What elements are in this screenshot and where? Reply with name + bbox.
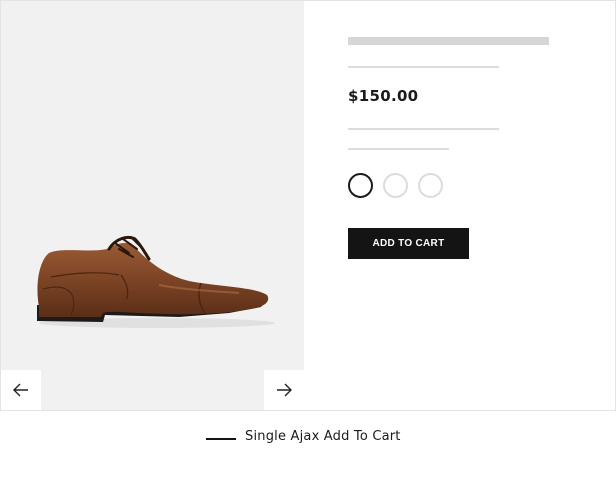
caption-text: Single Ajax Add To Cart	[245, 428, 401, 444]
divider	[348, 128, 499, 130]
arrow-right-icon	[277, 383, 292, 397]
product-card: $150.00 ADD TO CART	[0, 0, 616, 411]
divider	[348, 148, 449, 150]
product-price: $150.00	[348, 87, 419, 105]
gallery-next-button[interactable]	[264, 370, 304, 410]
gallery-prev-button[interactable]	[1, 370, 41, 410]
color-swatch-2[interactable]	[383, 173, 408, 198]
arrow-left-icon	[13, 383, 28, 397]
divider	[348, 66, 499, 68]
product-image-shoe	[37, 235, 275, 328]
color-swatch-1[interactable]	[348, 173, 373, 198]
caption: Single Ajax Add To Cart	[206, 426, 401, 446]
product-gallery	[1, 1, 304, 410]
add-to-cart-button[interactable]: ADD TO CART	[348, 228, 469, 259]
color-swatch-3[interactable]	[418, 173, 443, 198]
caption-dash	[206, 438, 236, 440]
product-title-placeholder	[348, 37, 549, 45]
